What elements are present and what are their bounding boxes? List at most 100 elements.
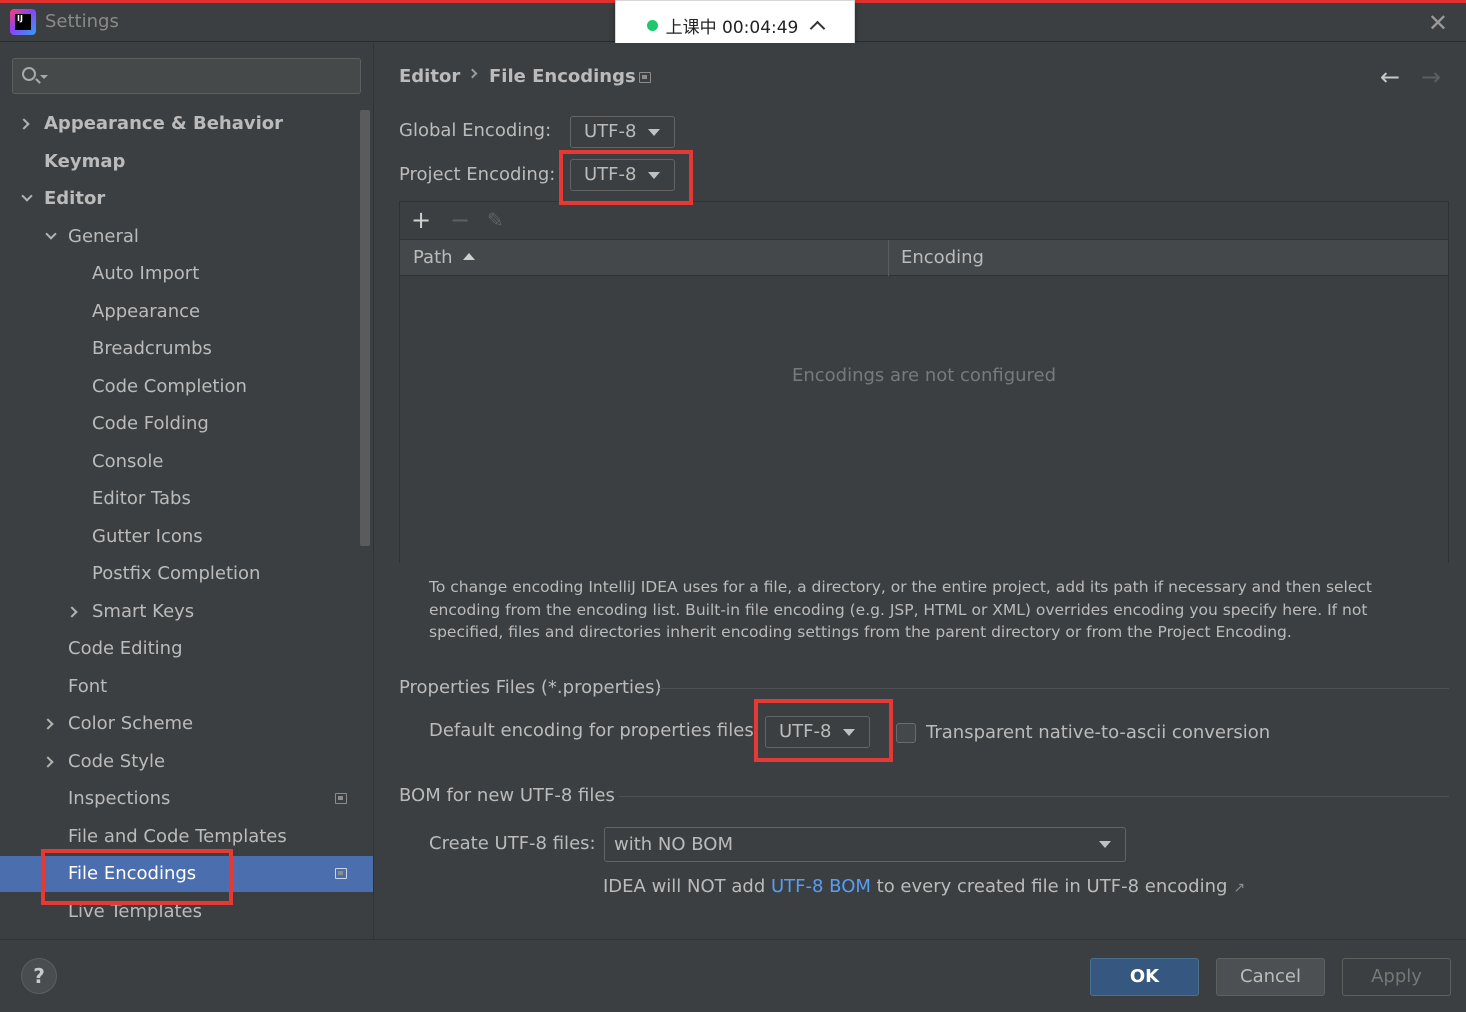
project-encoding-value: UTF-8 xyxy=(584,164,637,185)
sidebar-item-gutter-icons[interactable]: Gutter Icons xyxy=(92,519,203,555)
back-arrow-icon[interactable]: ← xyxy=(1380,63,1400,91)
sidebar-item-label: Code Style xyxy=(68,751,166,772)
section-divider xyxy=(659,688,1449,689)
sidebar-item-font[interactable]: Font xyxy=(68,669,107,705)
sidebar-item-label: Gutter Icons xyxy=(92,526,203,547)
sort-ascending-icon xyxy=(462,253,475,260)
bom-note: IDEA will NOT add UTF-8 BOM to every cre… xyxy=(603,876,1245,897)
sidebar-item-code-completion[interactable]: Code Completion xyxy=(92,369,247,405)
close-icon[interactable]: ✕ xyxy=(1428,9,1448,37)
project-scope-icon xyxy=(335,868,347,879)
sidebar-item-editor[interactable]: Editor xyxy=(20,181,105,217)
chevron-right-icon[interactable] xyxy=(18,118,30,130)
cancel-button[interactable]: Cancel xyxy=(1216,958,1325,996)
search-history-caret-icon[interactable] xyxy=(40,75,48,79)
sidebar-item-label: Inspections xyxy=(68,788,171,809)
external-link-icon[interactable]: ↗ xyxy=(1233,880,1245,896)
project-encoding-label: Project Encoding: xyxy=(399,164,556,185)
sidebar-item-label: Editor Tabs xyxy=(92,488,191,509)
window-title: Settings xyxy=(45,11,119,32)
sidebar-item-label: Code Folding xyxy=(92,413,209,434)
transparent-conversion-label[interactable]: Transparent native-to-ascii conversion xyxy=(926,722,1270,743)
bom-note-suffix: to every created file in UTF-8 encoding xyxy=(870,876,1228,897)
dialog-footer: ? OK Cancel Apply xyxy=(0,939,1466,1012)
chevron-down-icon[interactable] xyxy=(21,190,33,202)
chevron-right-icon[interactable] xyxy=(42,756,54,768)
edit-pencil-icon: ✎ xyxy=(487,208,504,232)
breadcrumb-parent[interactable]: Editor xyxy=(399,66,460,87)
chevron-right-icon[interactable] xyxy=(66,606,78,618)
sidebar-item-console[interactable]: Console xyxy=(92,444,163,480)
sidebar-item-label: Code Editing xyxy=(68,638,183,659)
encoding-help-text: To change encoding IntelliJ IDEA uses fo… xyxy=(429,578,1373,641)
sidebar-item-keymap[interactable]: Keymap xyxy=(44,144,125,180)
sidebar-item-label: Console xyxy=(92,451,164,472)
sidebar-item-appearance[interactable]: Appearance xyxy=(92,294,200,330)
sidebar-item-label: Postfix Completion xyxy=(92,563,261,584)
chevron-right-icon[interactable] xyxy=(42,718,54,730)
sidebar-item-code-style[interactable]: Code Style xyxy=(42,744,166,780)
table-body[interactable]: Encodings are not configured xyxy=(400,277,1448,563)
page-title: File Encodings xyxy=(489,66,636,87)
remove-icon: − xyxy=(450,206,471,234)
sidebar-item-inspections[interactable]: Inspections xyxy=(68,781,358,817)
dropdown-arrow-icon xyxy=(648,172,660,179)
sidebar-item-label: General xyxy=(68,226,139,247)
sidebar-item-label: File and Code Templates xyxy=(68,826,287,847)
sidebar-item-code-folding[interactable]: Code Folding xyxy=(92,406,209,442)
bom-dropdown[interactable]: with NO BOM xyxy=(604,827,1126,862)
global-encoding-dropdown[interactable]: UTF-8 xyxy=(570,116,675,148)
sidebar-scrollbar[interactable] xyxy=(360,110,370,546)
transparent-conversion-checkbox[interactable] xyxy=(896,723,916,743)
sidebar-item-label: Color Scheme xyxy=(68,713,194,734)
sidebar-item-file-and-code-templates[interactable]: File and Code Templates xyxy=(68,819,287,855)
sidebar-item-label: Live Templates xyxy=(68,901,202,922)
sidebar-item-color-scheme[interactable]: Color Scheme xyxy=(42,706,194,742)
sidebar-item-label: Keymap xyxy=(44,151,126,172)
sidebar-item-appearance-behavior[interactable]: Appearance & Behavior xyxy=(18,106,284,142)
sidebar-item-breadcrumbs[interactable]: Breadcrumbs xyxy=(92,331,212,367)
sidebar-item-smart-keys[interactable]: Smart Keys xyxy=(66,594,195,630)
apply-button: Apply xyxy=(1342,958,1451,996)
sidebar-item-postfix-completion[interactable]: Postfix Completion xyxy=(92,556,260,592)
chevron-down-icon[interactable] xyxy=(45,228,57,240)
sidebar-item-file-encodings[interactable]: File Encodings xyxy=(0,856,373,892)
settings-sidebar: Appearance & Behavior Keymap Editor Gene… xyxy=(0,43,374,939)
sidebar-item-label: Smart Keys xyxy=(92,601,195,622)
sidebar-item-general[interactable]: General xyxy=(44,219,139,255)
utf8-bom-link[interactable]: UTF-8 BOM xyxy=(771,876,871,897)
intellij-logo-icon: IJ xyxy=(10,9,36,35)
column-header-path[interactable]: Path xyxy=(400,240,888,276)
sidebar-item-live-templates[interactable]: Live Templates xyxy=(68,894,202,930)
search-input[interactable] xyxy=(53,59,353,93)
table-toolbar: + − ✎ xyxy=(400,202,1448,240)
sidebar-item-code-editing[interactable]: Code Editing xyxy=(68,631,183,667)
properties-encoding-label: Default encoding for properties files: xyxy=(429,720,760,741)
column-header-label: Path xyxy=(413,247,453,268)
breadcrumb-separator-icon xyxy=(467,68,478,79)
timer-text: 上课中 00:04:49 xyxy=(665,17,799,38)
search-icon[interactable] xyxy=(22,67,36,81)
sidebar-item-label: Editor xyxy=(44,188,106,209)
properties-encoding-value: UTF-8 xyxy=(779,721,832,742)
sidebar-item-label: File Encodings xyxy=(68,863,197,884)
project-encoding-dropdown[interactable]: UTF-8 xyxy=(570,159,675,191)
add-icon[interactable]: + xyxy=(411,208,431,232)
sidebar-item-label: Code Completion xyxy=(92,376,247,397)
properties-section-title: Properties Files (*.properties) xyxy=(399,677,662,698)
project-scope-icon xyxy=(639,72,651,83)
sidebar-item-auto-import[interactable]: Auto Import xyxy=(92,256,199,292)
create-utf8-label: Create UTF-8 files: xyxy=(429,833,596,854)
help-icon[interactable]: ? xyxy=(21,958,57,994)
column-header-encoding[interactable]: Encoding xyxy=(888,240,1448,276)
sidebar-item-editor-tabs[interactable]: Editor Tabs xyxy=(92,481,191,517)
dropdown-arrow-icon xyxy=(843,729,855,736)
sidebar-item-label: Font xyxy=(68,676,108,697)
sidebar-item-label: Appearance xyxy=(92,301,201,322)
sidebar-item-label: Appearance & Behavior xyxy=(44,113,284,134)
chevron-up-icon[interactable] xyxy=(810,20,826,36)
ok-button[interactable]: OK xyxy=(1090,958,1199,996)
global-encoding-value: UTF-8 xyxy=(584,121,637,142)
settings-search[interactable] xyxy=(12,58,361,94)
properties-encoding-dropdown[interactable]: UTF-8 xyxy=(765,716,870,748)
